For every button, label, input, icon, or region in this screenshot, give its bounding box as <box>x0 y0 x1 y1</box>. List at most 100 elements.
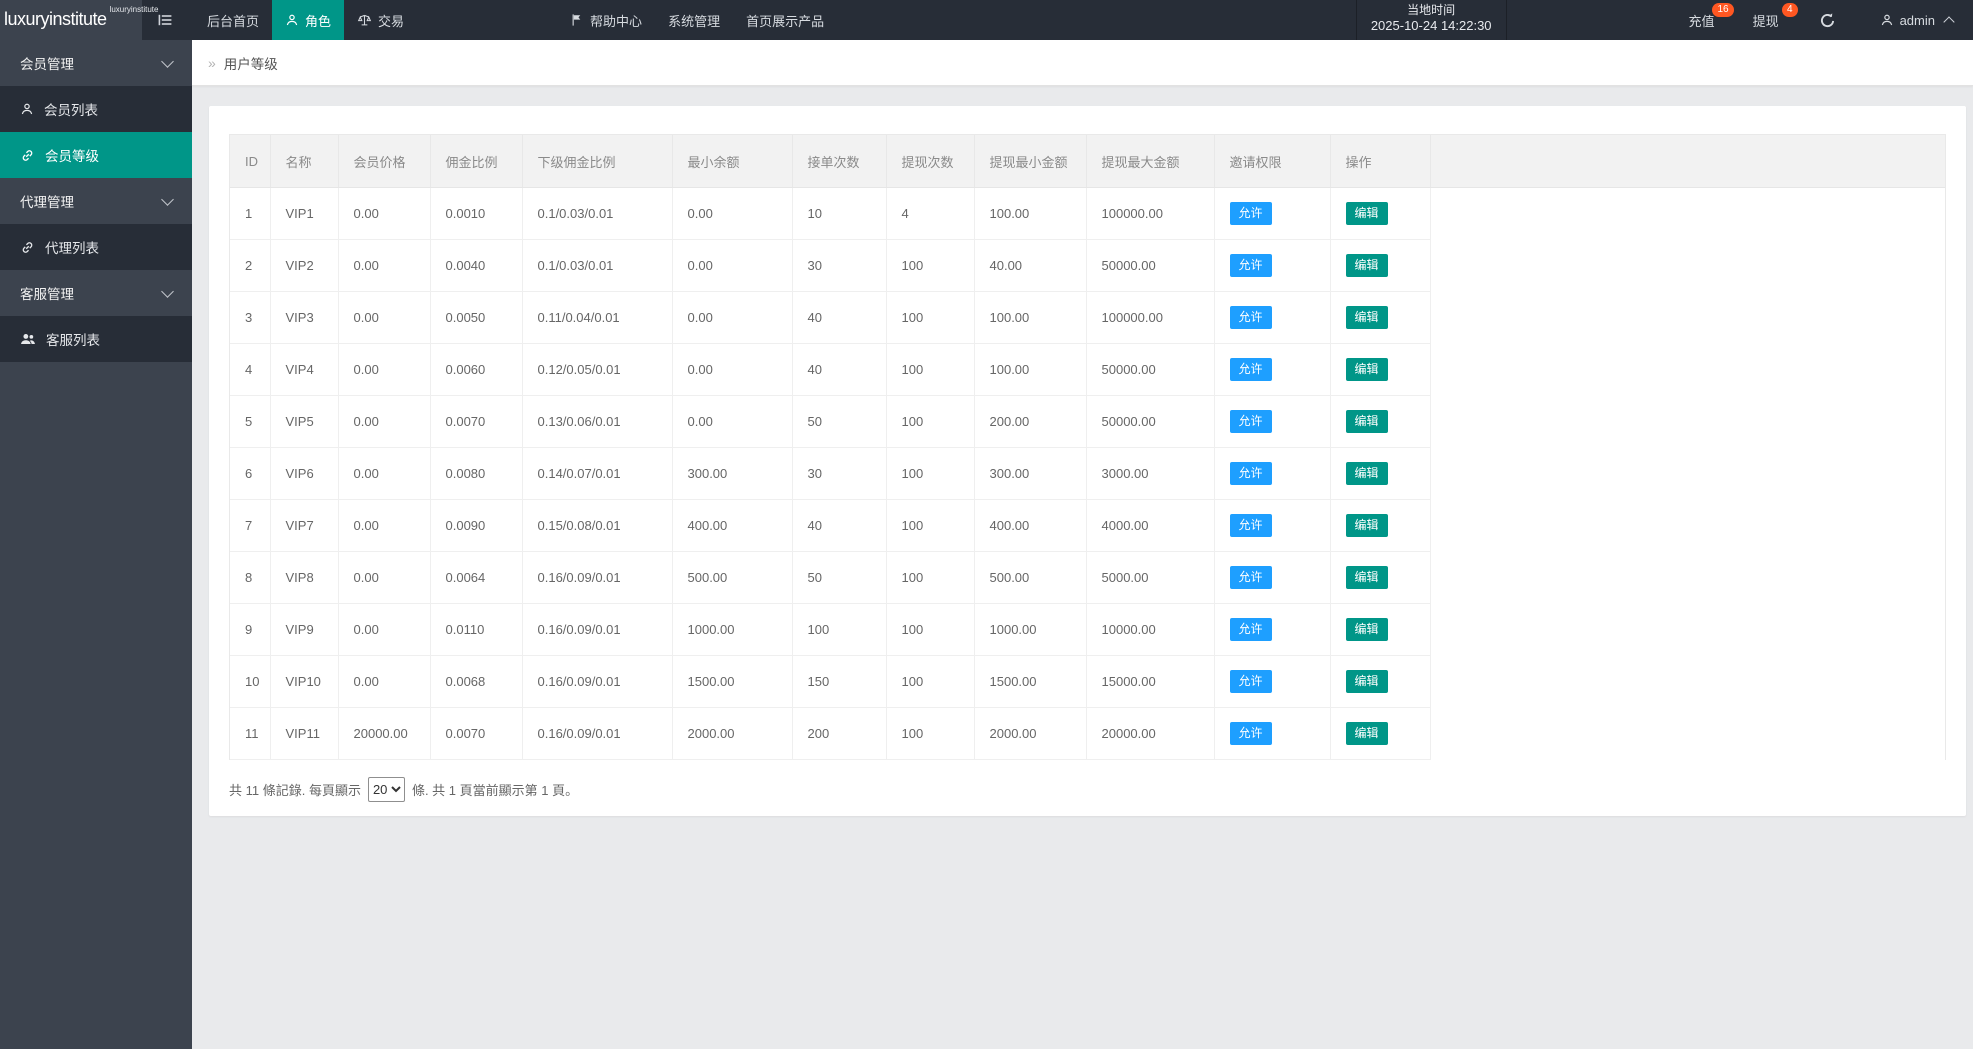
cell-order-count: 150 <box>792 655 887 708</box>
edit-button[interactable]: 编辑 <box>1345 514 1388 537</box>
cell-min-withdraw: 1500.00 <box>974 655 1087 708</box>
cell-filler <box>1430 447 1945 500</box>
sidebar-item-service-management[interactable]: 客服管理 <box>0 270 192 316</box>
flag-icon <box>570 13 584 27</box>
sidebar-item-member-management[interactable]: 会员管理 <box>0 40 192 86</box>
cell-min-balance: 0.00 <box>672 395 793 448</box>
edit-button[interactable]: 编辑 <box>1345 254 1388 277</box>
cell-min-withdraw: 400.00 <box>974 499 1087 552</box>
cell-order-count: 200 <box>792 707 887 760</box>
edit-button[interactable]: 编辑 <box>1345 722 1388 745</box>
cell-actions: 编辑 <box>1330 447 1431 500</box>
nav-item-help-center[interactable]: 帮助中心 <box>557 0 655 40</box>
cell-max-withdraw: 50000.00 <box>1086 343 1215 396</box>
cell-min-balance: 300.00 <box>672 447 793 500</box>
recharge-link[interactable]: 充值 16 <box>1677 0 1734 40</box>
allow-button[interactable]: 允许 <box>1229 202 1272 225</box>
refresh-button[interactable] <box>1807 0 1848 40</box>
nav-item-home-products[interactable]: 首页展示产品 <box>733 0 837 40</box>
sidebar-item-agent-list[interactable]: 代理列表 <box>0 224 192 270</box>
refresh-icon <box>1819 12 1836 29</box>
user-menu[interactable]: admin <box>1868 0 1965 40</box>
cell-id: 11 <box>230 707 271 760</box>
cell-max-withdraw: 5000.00 <box>1086 551 1215 604</box>
allow-button[interactable]: 允许 <box>1229 514 1272 537</box>
cell-actions: 编辑 <box>1330 291 1431 344</box>
cell-price: 20000.00 <box>338 707 431 760</box>
user-icon <box>285 13 299 27</box>
cell-order-count: 30 <box>792 447 887 500</box>
cell-filler <box>1430 603 1945 656</box>
cell-sub-commission: 0.12/0.05/0.01 <box>522 343 673 396</box>
page-size-select[interactable]: 20 <box>367 777 405 802</box>
edit-button[interactable]: 编辑 <box>1345 462 1388 485</box>
column-header-filler <box>1430 135 1945 188</box>
page-title: 用户等级 <box>223 56 278 72</box>
edit-button[interactable]: 编辑 <box>1345 618 1388 641</box>
allow-button[interactable]: 允许 <box>1229 566 1272 589</box>
pagination-prefix: 共 11 條記錄. 每頁顯示 <box>229 783 361 798</box>
hamburger-menu-icon[interactable] <box>148 0 182 40</box>
withdraw-link[interactable]: 提现 4 <box>1741 0 1798 40</box>
sidebar-item-label: 客服列表 <box>46 333 100 348</box>
cell-actions: 编辑 <box>1330 343 1431 396</box>
allow-button[interactable]: 允许 <box>1229 358 1272 381</box>
edit-button[interactable]: 编辑 <box>1345 670 1388 693</box>
cell-commission: 0.0010 <box>430 187 523 240</box>
user-level-table: ID 名称 会员价格 佣金比例 下级佣金比例 最小余额 接单次数 提现次数 提现最小金额 提现最大… <box>230 135 1945 760</box>
cell-invite-permission: 允许 <box>1214 187 1331 240</box>
cell-name: VIP9 <box>270 603 339 656</box>
allow-button[interactable]: 允许 <box>1229 618 1272 641</box>
allow-button[interactable]: 允许 <box>1229 306 1272 329</box>
cell-withdraw-count: 100 <box>886 707 975 760</box>
cell-commission: 0.0040 <box>430 239 523 292</box>
username: admin <box>1899 12 1935 28</box>
sidebar-item-member-list[interactable]: 会员列表 <box>0 86 192 132</box>
cell-sub-commission: 0.16/0.09/0.01 <box>522 551 673 604</box>
allow-button[interactable]: 允许 <box>1229 410 1272 433</box>
cell-min-balance: 1500.00 <box>672 655 793 708</box>
edit-button[interactable]: 编辑 <box>1345 202 1388 225</box>
edit-button[interactable]: 编辑 <box>1345 566 1388 589</box>
nav-item-home[interactable]: 后台首页 <box>194 0 272 40</box>
column-header-sub-commission: 下级佣金比例 <box>522 135 673 188</box>
cell-min-withdraw: 100.00 <box>974 343 1087 396</box>
column-header-name: 名称 <box>270 135 339 188</box>
edit-button[interactable]: 编辑 <box>1345 306 1388 329</box>
recharge-badge: 16 <box>1712 3 1734 17</box>
table-row: 3 VIP3 0.00 0.0050 0.11/0.04/0.01 0.00 40 100 10… <box>230 291 1945 344</box>
cell-sub-commission: 0.11/0.04/0.01 <box>522 291 673 344</box>
column-header-id: ID <box>230 135 271 188</box>
nav-item-system[interactable]: 系统管理 <box>655 0 733 40</box>
chevron-down-icon <box>161 54 174 68</box>
cell-invite-permission: 允许 <box>1214 291 1331 344</box>
allow-button[interactable]: 允许 <box>1229 254 1272 277</box>
cell-id: 1 <box>230 187 271 240</box>
nav-item-trade[interactable]: 交易 <box>344 0 417 40</box>
cell-price: 0.00 <box>338 655 431 708</box>
column-header-order-count: 接单次数 <box>792 135 887 188</box>
cell-price: 0.00 <box>338 551 431 604</box>
cell-min-balance: 0.00 <box>672 239 793 292</box>
sidebar-item-agent-management[interactable]: 代理管理 <box>0 178 192 224</box>
allow-button[interactable]: 允许 <box>1229 462 1272 485</box>
cell-min-balance: 0.00 <box>672 291 793 344</box>
allow-button[interactable]: 允许 <box>1229 670 1272 693</box>
nav-item-role[interactable]: 角色 <box>272 0 345 40</box>
column-header-invite-permission: 邀请权限 <box>1214 135 1331 188</box>
sidebar-item-label: 代理列表 <box>45 241 99 256</box>
sidebar-item-service-list[interactable]: 客服列表 <box>0 316 192 362</box>
cell-name: VIP8 <box>270 551 339 604</box>
cell-filler <box>1430 239 1945 292</box>
allow-button[interactable]: 允许 <box>1229 722 1272 745</box>
cell-withdraw-count: 100 <box>886 343 975 396</box>
breadcrumb: » 用户等级 <box>192 40 1973 86</box>
edit-button[interactable]: 编辑 <box>1345 410 1388 433</box>
cell-name: VIP5 <box>270 395 339 448</box>
sidebar-item-member-level[interactable]: 会员等级 <box>0 132 192 178</box>
cell-withdraw-count: 100 <box>886 447 975 500</box>
edit-button[interactable]: 编辑 <box>1345 358 1388 381</box>
column-header-max-withdraw: 提现最大金额 <box>1086 135 1215 188</box>
chevron-down-icon <box>161 192 174 206</box>
cell-invite-permission: 允许 <box>1214 447 1331 500</box>
